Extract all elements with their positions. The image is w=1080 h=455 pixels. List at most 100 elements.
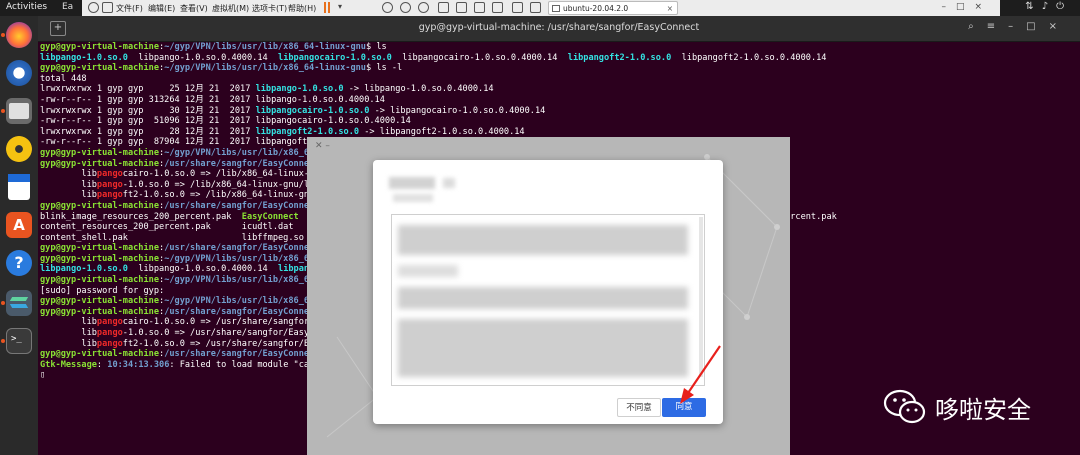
agreement-text-area[interactable]: [391, 214, 705, 386]
terminal-text-segment: lib: [40, 338, 97, 349]
dialog-title-blurred: [389, 177, 435, 189]
minimize-icon[interactable]: –: [1008, 21, 1026, 32]
snapshot-manager-icon[interactable]: [418, 2, 429, 13]
stretch-icon[interactable]: [492, 2, 503, 13]
snapshot-icon[interactable]: [382, 2, 393, 13]
firefox-icon[interactable]: [6, 22, 32, 48]
terminal-text-segment: gyp@gyp-virtual-machine: [40, 42, 159, 52]
console-icon[interactable]: [512, 2, 523, 13]
terminal-text-segment: [sudo] password for gyp:: [40, 285, 165, 296]
files-icon[interactable]: [6, 98, 32, 124]
terminal-text-segment: gyp@gyp-virtual-machine: [40, 63, 159, 74]
menu-vm[interactable]: 虚拟机(M): [212, 3, 249, 14]
running-indicator: [1, 33, 5, 37]
hamburger-menu-icon[interactable]: ≡: [987, 21, 1008, 32]
menu-tabs[interactable]: 选项卡(T): [252, 3, 287, 14]
vmware-toolbar: 文件(F) 编辑(E) 查看(V) 虚拟机(M) 选项卡(T) 帮助(H) ▾ …: [82, 0, 1000, 17]
terminal-line: -rw-r--r-- 1 gyp gyp 313264 12月 21 2017 …: [40, 95, 1070, 106]
search-icon[interactable]: ⌕: [968, 21, 987, 32]
terminal-text-segment: lib: [40, 328, 97, 339]
terminal-line: -rw-r--r-- 1 gyp gyp 51096 12月 21 2017 l…: [40, 116, 1070, 127]
dialog-title-blurred-part: [443, 178, 455, 188]
pause-icon[interactable]: [324, 2, 326, 13]
terminal-text-segment: libpangocairo-1.0.so.0: [255, 105, 370, 116]
writer-icon[interactable]: [8, 174, 30, 200]
fullscreen-icon[interactable]: [456, 2, 467, 13]
terminal-header-bar: + gyp@gyp-virtual-machine: /usr/share/sa…: [38, 16, 1080, 42]
rhythmbox-icon[interactable]: [6, 136, 32, 162]
terminal-text-segment: cairo-1.0.so.0 => /lib/x86_64-linux-gnu/: [122, 169, 330, 180]
close-icon[interactable]: ×: [1049, 21, 1070, 32]
unity-icon[interactable]: [474, 2, 485, 13]
menu-file[interactable]: 文件(F): [116, 3, 143, 14]
blurred-paragraph: [398, 319, 688, 377]
software-center-icon[interactable]: A: [6, 212, 32, 238]
menu-view[interactable]: 查看(V): [180, 3, 208, 14]
fit-guest-icon[interactable]: [438, 2, 449, 13]
maximize-icon[interactable]: □: [956, 2, 975, 12]
terminal-text-segment: gyp@gyp-virtual-machine: [40, 306, 159, 317]
terminal-text-segment: ~/gyp/VPN/libs/usr/lib/x86_64-linux-gnu: [164, 63, 366, 74]
terminal-line: lrwxrwxrwx 1 gyp gyp 25 12月 21 2017 libp…: [40, 84, 1070, 95]
terminal-line: libpango-1.0.so.0 libpango-1.0.so.0.4000…: [40, 53, 1070, 64]
thunderbird-icon[interactable]: [6, 60, 32, 86]
terminal-text-segment: ft2-1.0.so.0 => /usr/share/sangfor/Ea: [122, 338, 315, 349]
terminal-text-segment: pango: [96, 317, 123, 328]
terminal-text-segment: /usr/share/sangfor/EasyConnect: [164, 349, 320, 360]
terminal-text-segment: EasyConnect: [241, 211, 299, 222]
thumbnail-icon[interactable]: [530, 2, 541, 13]
volume-icon[interactable]: ♪: [1042, 1, 1056, 12]
terminal-text-segment: 10:34:13.306: [107, 359, 170, 370]
maximize-icon[interactable]: □: [1026, 21, 1048, 32]
terminal-text-segment: libpangoft2-1.0.so.0: [255, 126, 360, 137]
blurred-paragraph: [398, 287, 688, 309]
terminal-text-segment: content_shell.pak libffmpeg.so: [40, 232, 304, 243]
pin-icon[interactable]: [88, 2, 99, 13]
power-icon[interactable]: ⏻: [1056, 1, 1072, 12]
terminal-text-segment: gyp@gyp-virtual-machine: [40, 243, 159, 254]
close-icon[interactable]: ×: [974, 2, 992, 12]
menu-edit[interactable]: 编辑(E): [148, 3, 175, 14]
terminal-text-segment: lrwxrwxrwx 1 gyp gyp 25 12月 21 2017: [40, 84, 256, 95]
vm-tab-ubuntu[interactable]: ubuntu-20.04.2.0 ×: [548, 1, 678, 15]
terminal-text-segment: /usr/share/sangfor/EasyConnect: [164, 306, 320, 317]
network-icon[interactable]: ⇅: [1025, 1, 1041, 12]
menu-help[interactable]: 帮助(H): [288, 3, 316, 14]
terminal-text-segment: gyp@gyp-virtual-machine: [40, 296, 159, 307]
close-tab-icon[interactable]: ×: [667, 2, 673, 15]
terminal-text-segment: -rw-r--r-- 1 gyp gyp 313264 12月 21 2017 …: [40, 94, 385, 105]
terminal-text-segment: libpango-1.0.so.0.4000.14: [127, 264, 279, 275]
terminal-window-controls[interactable]: ⌕≡–□×: [968, 21, 1070, 32]
disagree-button[interactable]: 不同意: [617, 398, 661, 417]
terminal-text-segment: lib: [40, 190, 97, 201]
terminal-text-segment: gyp@gyp-virtual-machine: [40, 147, 159, 158]
help-icon[interactable]: ?: [6, 250, 32, 276]
terminal-text-segment: libpangocairo-1.0.so.0: [278, 52, 392, 63]
watermark-text: 哆啦安全: [935, 396, 1031, 424]
terminal-text-segment: :: [96, 359, 108, 370]
top-bar-app-name[interactable]: Ea: [62, 2, 73, 12]
dropdown-icon[interactable]: ▾: [338, 2, 349, 13]
terminal-text-segment: pango: [96, 190, 123, 201]
revert-snapshot-icon[interactable]: [400, 2, 411, 13]
terminal-line: total 448: [40, 74, 1070, 85]
activities-button[interactable]: Activities: [6, 2, 47, 12]
terminal-text-segment: pango: [96, 328, 123, 339]
terminal-text-segment: ▯: [40, 370, 46, 381]
terminal-icon[interactable]: >_: [6, 328, 32, 354]
terminal-text-segment: gyp@gyp-virtual-machine: [40, 158, 159, 169]
terminal-text-segment: libpangoft2-1.0.so.0: [567, 52, 672, 63]
terminal-line: lrwxrwxrwx 1 gyp gyp 28 12月 21 2017 libp…: [40, 127, 1070, 138]
terminal-text-segment: gyp@gyp-virtual-machine: [40, 253, 159, 264]
terminal-text-segment: ~/gyp/VPN/libs/usr/lib/x86_64-linux-gnu: [164, 42, 366, 52]
system-tray[interactable]: ⇅♪⏻: [1025, 1, 1072, 12]
terminal-text-segment: gyp@gyp-virtual-machine: [40, 200, 159, 211]
minimize-icon[interactable]: –: [941, 2, 956, 12]
window-controls[interactable]: –□×: [941, 2, 992, 12]
pause-icon-bar: [328, 2, 330, 13]
terminal-text-segment: cairo-1.0.so.0 => /usr/share/sangfor/: [122, 317, 315, 328]
library-icon[interactable]: [102, 2, 113, 13]
easyconnect-icon[interactable]: [6, 290, 32, 316]
terminal-text-segment: : Failed to load module "ca: [169, 359, 310, 370]
terminal-text-segment: -> libpangoft2-1.0.so.0.4000.14: [359, 126, 525, 137]
